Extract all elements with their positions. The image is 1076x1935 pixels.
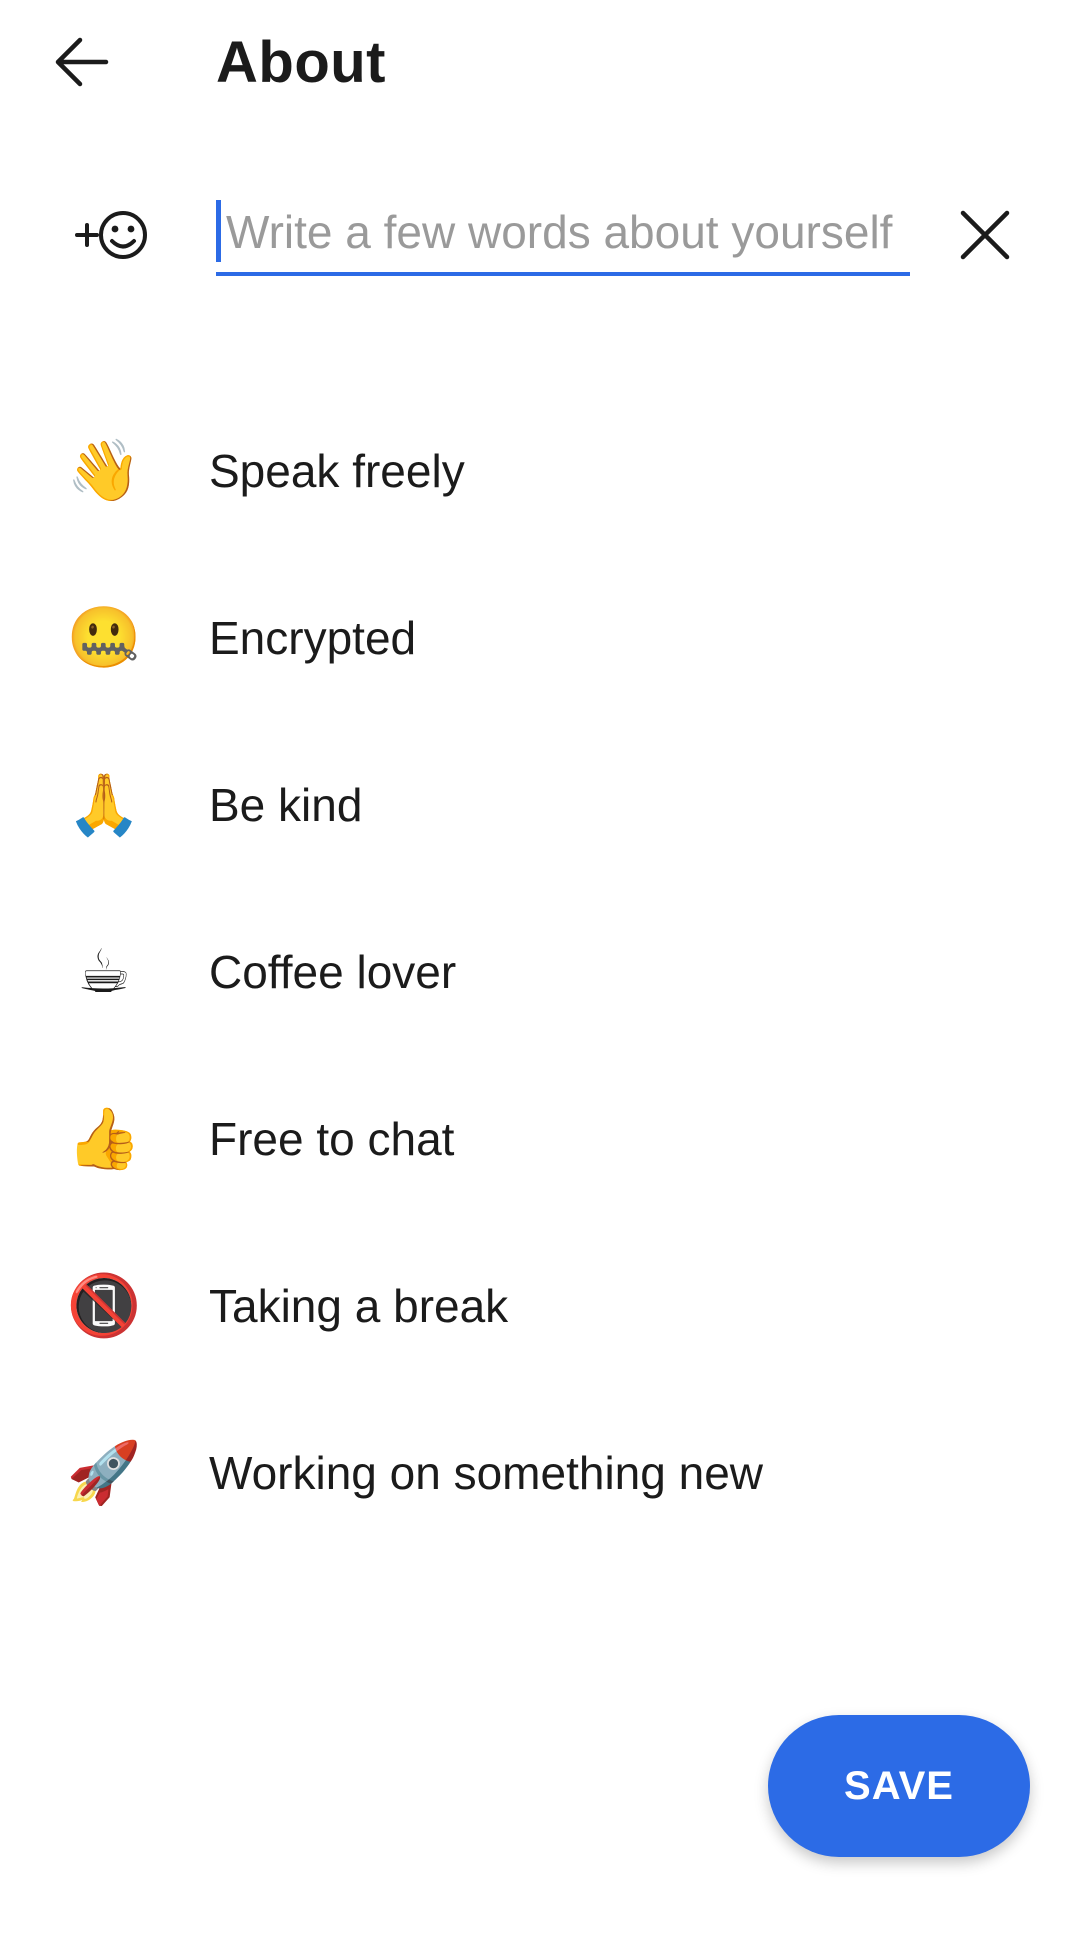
back-button[interactable] <box>40 20 124 104</box>
suggestion-label: Coffee lover <box>209 945 457 998</box>
suggestion-label: Taking a break <box>209 1279 509 1332</box>
emoji-picker-button[interactable] <box>66 190 156 280</box>
suggestion-label: Working on something new <box>209 1446 763 1499</box>
page-title: About <box>216 30 386 95</box>
folded-hands-icon: 🙏 <box>66 769 142 840</box>
suggestion-be-kind[interactable]: 🙏 Be kind <box>0 721 1076 888</box>
clear-button[interactable] <box>940 190 1030 280</box>
suggestion-label: Encrypted <box>209 611 417 664</box>
thumbs-up-icon: 👍 <box>66 1103 142 1174</box>
about-text-input[interactable] <box>216 192 910 276</box>
save-button[interactable]: SAVE <box>768 1715 1030 1857</box>
suggestion-encrypted[interactable]: 🤐 Encrypted <box>0 554 1076 721</box>
suggestion-label: Speak freely <box>209 444 465 497</box>
suggestion-taking-a-break[interactable]: 📵 Taking a break <box>0 1222 1076 1389</box>
hot-beverage-icon: ☕ <box>77 936 131 1007</box>
zipper-mouth-face-icon: 🤐 <box>66 602 142 673</box>
suggestion-label: Free to chat <box>209 1112 455 1165</box>
suggestion-coffee-lover[interactable]: ☕ Coffee lover <box>0 888 1076 1055</box>
no-mobile-phones-icon: 📵 <box>66 1270 142 1341</box>
suggestion-label: Be kind <box>209 778 363 831</box>
arrow-left-icon <box>55 37 109 87</box>
suggestion-free-to-chat[interactable]: 👍 Free to chat <box>0 1055 1076 1222</box>
about-input-row <box>0 180 1076 290</box>
suggestion-working-on-something-new[interactable]: 🚀 Working on something new <box>0 1389 1076 1556</box>
waving-hand-icon: 👋 <box>66 435 142 506</box>
app-bar: About <box>0 0 1076 130</box>
suggestion-speak-freely[interactable]: 👋 Speak freely <box>0 387 1076 554</box>
text-cursor <box>216 200 221 262</box>
close-icon <box>960 210 1010 260</box>
add-emoji-icon <box>75 211 147 259</box>
rocket-icon: 🚀 <box>66 1437 142 1508</box>
about-suggestions-list: 👋 Speak freely 🤐 Encrypted 🙏 Be kind ☕ C… <box>0 387 1076 1556</box>
